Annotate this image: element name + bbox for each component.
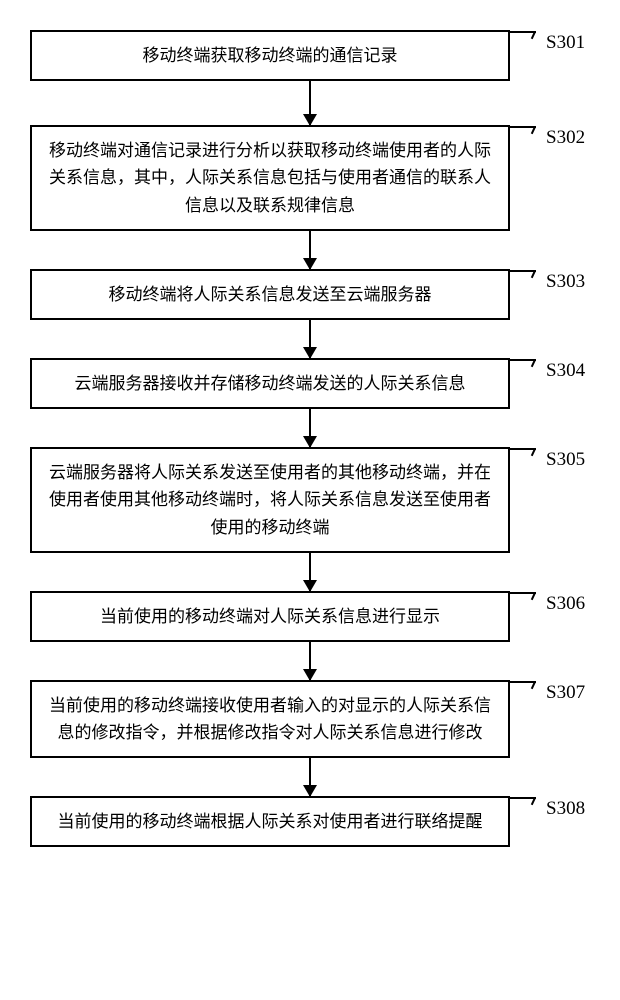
step-label: S307 [546, 678, 585, 708]
arrow-down [309, 553, 311, 591]
step-box-s306: 当前使用的移动终端对人际关系信息进行显示 S306 [30, 591, 510, 642]
step-label: S303 [546, 267, 585, 297]
step-text: 当前使用的移动终端根据人际关系对使用者进行联络提醒 [58, 808, 483, 835]
arrow-down [309, 81, 311, 125]
step-text: 云端服务器接收并存储移动终端发送的人际关系信息 [75, 370, 466, 397]
label-connector [508, 359, 536, 369]
step-row: 当前使用的移动终端根据人际关系对使用者进行联络提醒 S308 [30, 796, 590, 847]
step-label: S302 [546, 123, 585, 153]
step-box-s308: 当前使用的移动终端根据人际关系对使用者进行联络提醒 S308 [30, 796, 510, 847]
step-label: S308 [546, 794, 585, 824]
step-box-s303: 移动终端将人际关系信息发送至云端服务器 S303 [30, 269, 510, 320]
step-text: 当前使用的移动终端接收使用者输入的对显示的人际关系信息的修改指令，并根据修改指令… [46, 692, 494, 746]
step-text: 云端服务器将人际关系发送至使用者的其他移动终端，并在使用者使用其他移动终端时，将… [46, 459, 494, 541]
step-box-s301: 移动终端获取移动终端的通信记录 S301 [30, 30, 510, 81]
arrow-down [309, 320, 311, 358]
step-box-s305: 云端服务器将人际关系发送至使用者的其他移动终端，并在使用者使用其他移动终端时，将… [30, 447, 510, 553]
label-connector [508, 126, 536, 136]
step-row: 移动终端将人际关系信息发送至云端服务器 S303 [30, 269, 590, 320]
arrow-down [309, 642, 311, 680]
label-connector [508, 681, 536, 691]
flowchart-container: 移动终端获取移动终端的通信记录 S301 移动终端对通信记录进行分析以获取移动终… [0, 0, 620, 867]
step-row: 移动终端对通信记录进行分析以获取移动终端使用者的人际关系信息，其中，人际关系信息… [30, 125, 590, 231]
step-row: 云端服务器接收并存储移动终端发送的人际关系信息 S304 [30, 358, 590, 409]
step-label: S304 [546, 356, 585, 386]
step-box-s302: 移动终端对通信记录进行分析以获取移动终端使用者的人际关系信息，其中，人际关系信息… [30, 125, 510, 231]
step-text: 当前使用的移动终端对人际关系信息进行显示 [100, 603, 440, 630]
arrow-down [309, 231, 311, 269]
step-label: S306 [546, 589, 585, 619]
step-text: 移动终端获取移动终端的通信记录 [143, 42, 398, 69]
step-label: S305 [546, 445, 585, 475]
step-row: 移动终端获取移动终端的通信记录 S301 [30, 30, 590, 81]
arrow-down [309, 409, 311, 447]
step-text: 移动终端将人际关系信息发送至云端服务器 [109, 281, 432, 308]
step-text: 移动终端对通信记录进行分析以获取移动终端使用者的人际关系信息，其中，人际关系信息… [46, 137, 494, 219]
label-connector [508, 270, 536, 280]
step-row: 当前使用的移动终端接收使用者输入的对显示的人际关系信息的修改指令，并根据修改指令… [30, 680, 590, 758]
step-label: S301 [546, 28, 585, 58]
label-connector [508, 448, 536, 458]
arrow-down [309, 758, 311, 796]
step-box-s304: 云端服务器接收并存储移动终端发送的人际关系信息 S304 [30, 358, 510, 409]
step-row: 云端服务器将人际关系发送至使用者的其他移动终端，并在使用者使用其他移动终端时，将… [30, 447, 590, 553]
step-box-s307: 当前使用的移动终端接收使用者输入的对显示的人际关系信息的修改指令，并根据修改指令… [30, 680, 510, 758]
step-row: 当前使用的移动终端对人际关系信息进行显示 S306 [30, 591, 590, 642]
label-connector [508, 592, 536, 602]
label-connector [508, 797, 536, 807]
label-connector [508, 31, 536, 41]
